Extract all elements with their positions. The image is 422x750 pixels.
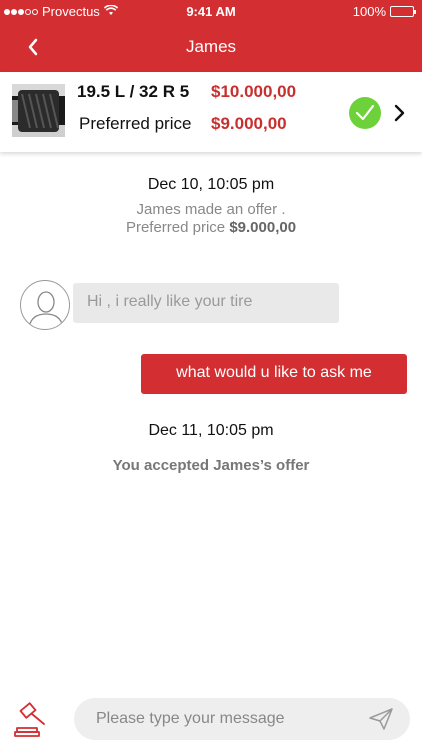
offer-event-price: Preferred price $9.000,00 xyxy=(0,219,422,236)
preferred-price-value: $9.000,00 xyxy=(211,114,287,133)
offer-event-price-label: Preferred price xyxy=(125,219,226,236)
message-composer xyxy=(74,698,410,740)
battery-icon xyxy=(390,6,416,17)
send-icon[interactable] xyxy=(368,707,394,731)
tire-size: 19.5 L / 32 R 5 xyxy=(77,82,190,101)
tire-thumbnail xyxy=(12,84,65,137)
status-bar: Provectus 9:41 AM 100% xyxy=(0,0,422,22)
accepted-offer-text: You accepted James’s offer xyxy=(112,457,310,474)
message-input[interactable] xyxy=(96,698,356,740)
outgoing-message: what would u like to ask me xyxy=(141,354,407,394)
make-offer-button[interactable] xyxy=(14,702,54,738)
avatar xyxy=(20,280,70,330)
gavel-icon xyxy=(14,702,45,737)
app-header: Provectus 9:41 AM 100% James xyxy=(0,0,422,72)
incoming-message: Hi , i really like your tire xyxy=(73,283,339,323)
listing-price: $10.000,00 xyxy=(211,82,297,101)
preferred-price-label: Preferred price xyxy=(79,114,192,133)
checkmark-icon xyxy=(355,104,375,121)
offer-event-text: James made an offer . xyxy=(136,201,286,218)
status-right: 100% xyxy=(352,4,416,19)
offer-event-price-value: $9.000,00 xyxy=(229,219,297,236)
battery-percent: 100% xyxy=(352,4,386,19)
page-title: James xyxy=(185,37,237,56)
chevron-right-icon[interactable] xyxy=(391,103,407,123)
user-icon xyxy=(28,291,64,328)
nav-bar: James xyxy=(0,22,422,72)
accept-offer-button[interactable] xyxy=(349,97,381,129)
event-date: Dec 11, 10:05 pm xyxy=(148,422,274,439)
event-date: Dec 10, 10:05 pm xyxy=(147,176,275,193)
